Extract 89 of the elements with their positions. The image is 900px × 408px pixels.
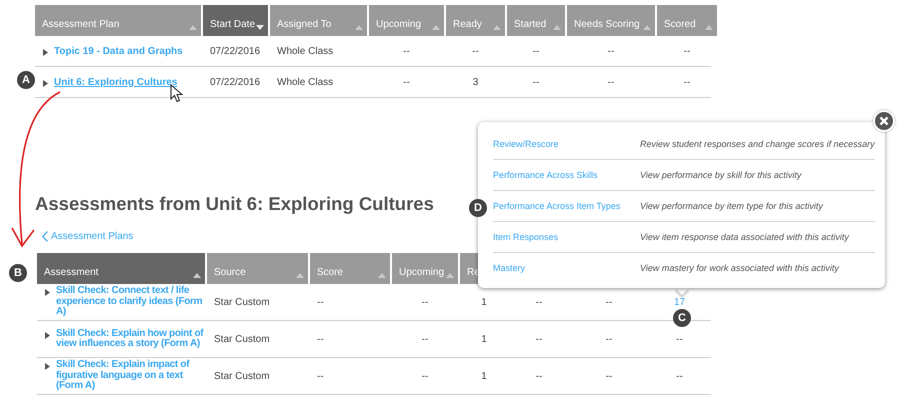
table-cell-text: 1 — [480, 370, 488, 382]
table-cell-text: -- — [682, 76, 692, 88]
column-header[interactable]: Score — [310, 253, 390, 284]
column-label: Assigned To — [277, 19, 332, 30]
table-cell-text: -- — [471, 46, 480, 56]
table-cell-text: 07/22/2016 — [209, 46, 262, 56]
table-cell-text: -- — [604, 334, 614, 344]
column-header[interactable]: Assessment Plan — [35, 5, 201, 36]
column-header[interactable]: Start Date — [203, 5, 268, 36]
callout-marker: A — [17, 71, 35, 89]
column-label: Scored — [664, 19, 696, 30]
action-description: View item response data associated with this activity — [640, 232, 850, 242]
action-description: View mastery for work associated with this activity — [640, 263, 840, 273]
table-cell-text: 07/22/2016 — [209, 76, 262, 88]
action-description: View performance by skill for this activity — [640, 170, 803, 180]
table-cell-text: -- — [532, 76, 540, 88]
callout-marker: D — [469, 199, 487, 217]
assessment-link[interactable]: Skill Check: Explain impact of figurative language on a text (Form A) — [56, 360, 205, 392]
table-cell-text: -- — [532, 46, 540, 56]
table-cell-text: -- — [420, 334, 430, 344]
column-header[interactable]: Needs Scoring — [567, 5, 655, 36]
column-header[interactable]: Source — [207, 253, 308, 284]
table-cell-text: 1 — [480, 296, 488, 308]
table-cell-text: -- — [420, 370, 430, 382]
action-description: Review student responses and change scores if necessary — [640, 139, 875, 149]
column-header[interactable]: Assessment — [37, 253, 205, 284]
expand-icon[interactable] — [43, 48, 48, 56]
table-cell-text: Star Custom — [213, 334, 271, 344]
column-label: Assessment — [44, 267, 98, 278]
chevron-left-icon — [42, 230, 48, 242]
table-cell-text: -- — [316, 370, 325, 382]
column-header[interactable]: Upcoming — [369, 5, 444, 36]
callout-marker: B — [9, 264, 27, 282]
table-cell-text: -- — [534, 296, 544, 308]
callout-marker: C — [673, 309, 691, 327]
column-header[interactable]: Started — [507, 5, 565, 36]
scored-link[interactable]: 17 — [650, 296, 709, 308]
column-label: Start Date — [210, 19, 256, 30]
plan-link[interactable]: Unit 6: Exploring Cultures — [54, 76, 178, 88]
table-cell-text: -- — [534, 370, 544, 382]
action-description: View performance by item type for this activity — [640, 201, 824, 211]
column-label: Upcoming — [376, 19, 422, 30]
table-cell-text: -- — [682, 46, 692, 56]
table-cell-text: Whole Class — [276, 46, 334, 56]
table-cell-text: -- — [604, 296, 614, 308]
close-icon — [879, 116, 889, 126]
action-link[interactable]: Mastery — [493, 263, 640, 273]
column-label: Ready — [453, 19, 482, 30]
action-link[interactable]: Performance Across Item Types — [493, 201, 640, 211]
column-header[interactable]: Assigned To — [270, 5, 367, 36]
table-cell-text: -- — [420, 296, 430, 308]
table-cell-text: -- — [316, 334, 325, 344]
expand-icon[interactable] — [45, 289, 50, 296]
table-cell-text: -- — [604, 370, 614, 382]
table-cell-text: -- — [402, 46, 411, 56]
assessment-link[interactable]: Skill Check: Explain how point of view influences a story (Form A) — [56, 328, 205, 350]
column-header[interactable]: Ready — [446, 5, 505, 36]
column-header[interactable]: Scored — [657, 5, 717, 36]
assessment-link[interactable]: Skill Check: Connect text / life experience to clarify ideas (Form A) — [56, 286, 205, 318]
table-cell-text: -- — [606, 46, 616, 56]
table-cell-text: 1 — [480, 334, 488, 344]
table-cell-text: -- — [534, 334, 544, 344]
action-link[interactable]: Review/Rescore — [493, 139, 640, 149]
page-heading: Assessments from Unit 6: Exploring Cultures — [35, 192, 434, 216]
action-link[interactable]: Item Responses — [493, 232, 640, 242]
table-cell-text: -- — [606, 76, 616, 88]
close-button[interactable] — [873, 110, 895, 132]
column-header[interactable]: Upcoming — [392, 253, 458, 284]
column-label: Started — [514, 19, 546, 30]
table-cell-text: Whole Class — [276, 76, 334, 88]
table-cell-text: Star Custom — [213, 296, 271, 308]
column-label: Upcoming — [399, 267, 444, 278]
table-cell-text: Star Custom — [213, 370, 271, 382]
column-label: Assessment Plan — [42, 19, 120, 30]
expand-icon[interactable] — [43, 80, 48, 86]
plan-link[interactable]: Topic 19 - Data and Graphs — [54, 46, 183, 56]
expand-icon[interactable] — [45, 363, 50, 370]
column-label: Needs Scoring — [574, 19, 640, 30]
cursor-icon — [170, 84, 183, 103]
table-cell-text: 3 — [472, 76, 480, 88]
table-cell-text: -- — [402, 76, 411, 88]
table-cell-text: -- — [316, 296, 325, 308]
column-label: Score — [317, 267, 344, 278]
column-label: Source — [214, 267, 246, 278]
action-link[interactable]: Performance Across Skills — [493, 170, 640, 180]
expand-icon[interactable] — [45, 332, 50, 338]
table-cell-text: -- — [675, 334, 684, 344]
back-link[interactable]: Assessment Plans — [42, 229, 134, 243]
table-cell-text: -- — [675, 370, 684, 382]
